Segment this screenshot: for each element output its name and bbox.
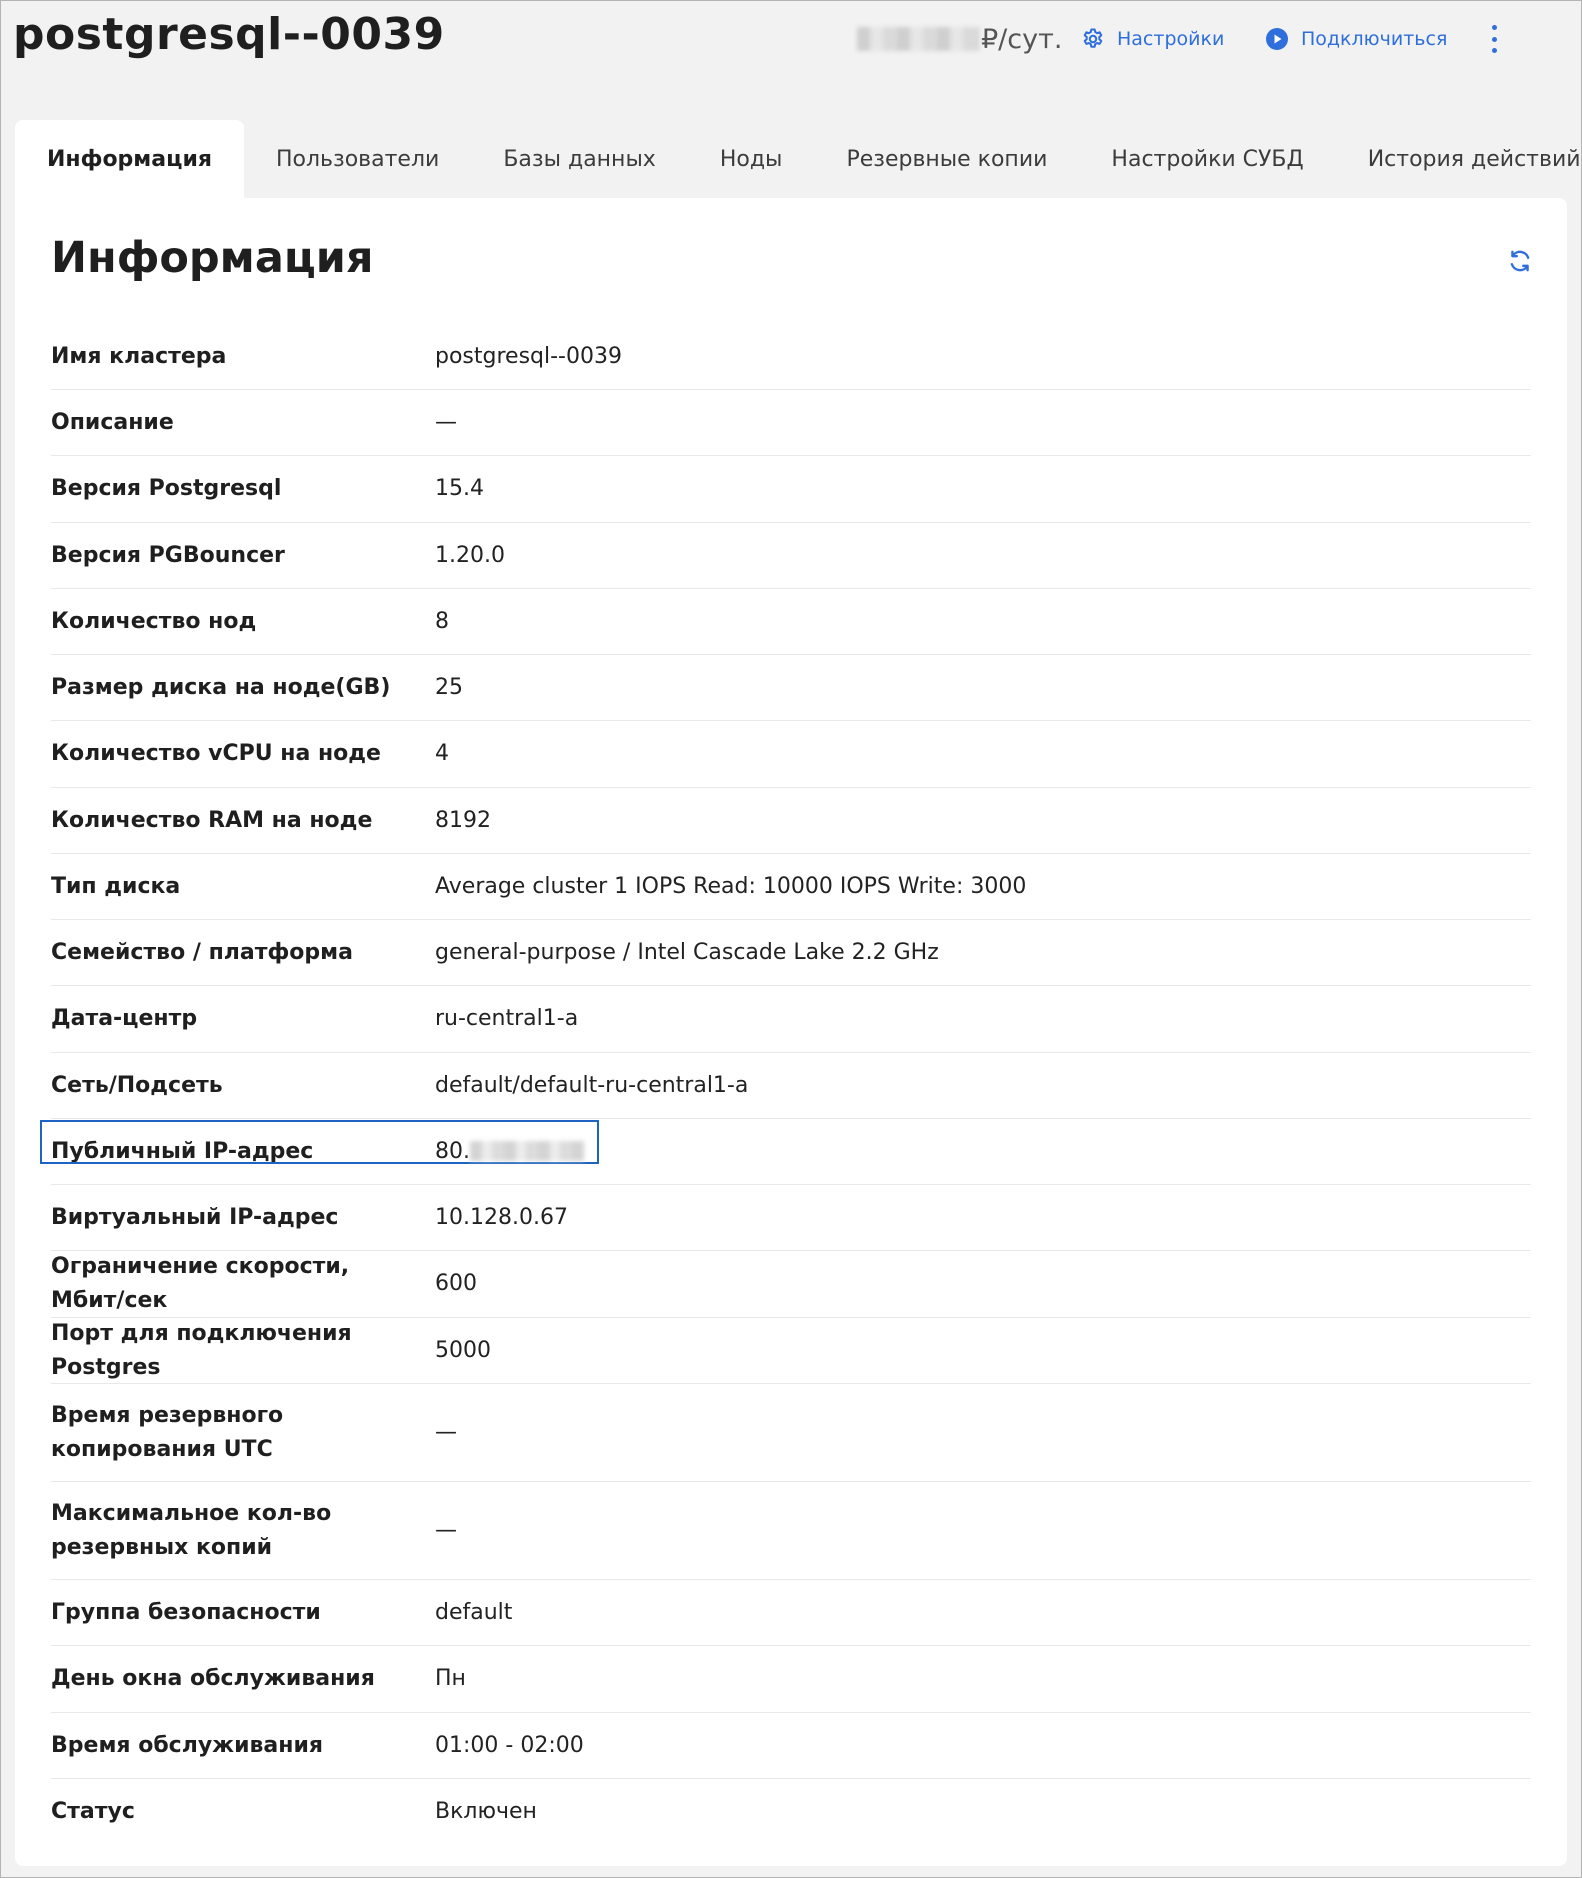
info-row-pgbouncer-version: Версия PGBouncer 1.20.0	[51, 523, 1531, 589]
info-row-network: Сеть/Подсеть default/default-ru-central1…	[51, 1053, 1531, 1119]
row-value: 1.20.0	[435, 542, 505, 568]
row-value: 80.	[435, 1138, 470, 1164]
row-label: Описание	[51, 409, 174, 435]
row-label: Количество нод	[51, 608, 257, 634]
row-value: general-purpose / Intel Cascade Lake 2.2…	[435, 939, 939, 965]
row-value: 25	[435, 674, 463, 700]
settings-label: Настройки	[1117, 28, 1225, 50]
row-value: 4	[435, 741, 449, 766]
row-value: 8	[435, 608, 449, 634]
tab-dbms-settings[interactable]: Настройки СУБД	[1079, 120, 1335, 198]
row-label: Сеть/Подсеть	[51, 1072, 223, 1098]
row-value: default	[435, 1599, 513, 1625]
tab-users[interactable]: Пользователи	[244, 120, 471, 198]
row-label: Тип диска	[51, 873, 181, 899]
row-value: 8192	[435, 807, 491, 833]
row-label: Максимальное кол-во резервных копий	[51, 1500, 332, 1560]
info-row-vcpu: Количество vCPU на ноде 4	[51, 721, 1531, 788]
info-row-platform: Семейство / платформа general-purpose / …	[51, 920, 1531, 986]
row-label: Порт для подключения Postgres	[51, 1320, 352, 1380]
row-label: День окна обслуживания	[51, 1666, 375, 1691]
row-value: Включен	[435, 1799, 537, 1824]
refresh-button[interactable]	[1507, 248, 1533, 274]
row-label: Версия Postgresql	[51, 476, 282, 501]
tab-nodes[interactable]: Ноды	[688, 120, 815, 198]
row-label: Количество RAM на ноде	[51, 807, 373, 833]
row-value: —	[435, 1419, 457, 1445]
tab-action-history[interactable]: История действий	[1336, 120, 1582, 198]
row-label: Ограничение скорости, Мбит/сек	[51, 1254, 350, 1313]
row-label: Время резервного копирования UTC	[51, 1402, 284, 1462]
row-value: ru-central1-a	[435, 1006, 579, 1031]
info-row-security-group: Группа безопасности default	[51, 1580, 1531, 1646]
public-ip-value: 80.	[435, 1135, 584, 1169]
app-window: postgresql--0039 ₽/сут. Настройки Подклю…	[0, 0, 1582, 1878]
row-label: Время обслуживания	[51, 1732, 323, 1758]
info-row-ram: Количество RAM на ноде 8192	[51, 788, 1531, 854]
row-value: 15.4	[435, 476, 484, 501]
row-value: 5000	[435, 1337, 491, 1363]
row-label: Виртуальный IP-адрес	[51, 1204, 339, 1230]
info-row-description: Описание —	[51, 390, 1531, 456]
info-row-backup-time: Время резервного копирования UTC —	[51, 1384, 1531, 1482]
info-row-public-ip: Публичный IP-адрес 80.	[40, 1119, 1531, 1185]
row-value: Пн	[435, 1666, 466, 1691]
info-row-maintenance-day: День окна обслуживания Пн	[51, 1646, 1531, 1713]
info-row-status: Статус Включен	[51, 1779, 1531, 1845]
info-table: Имя кластера postgresql--0039 Описание —…	[40, 324, 1531, 1845]
ip-blurred	[470, 1140, 584, 1161]
row-value: 10.128.0.67	[435, 1204, 568, 1230]
row-label: Семейство / платформа	[51, 939, 353, 965]
row-value: default/default-ru-central1-a	[435, 1072, 749, 1098]
connect-button[interactable]: Подключиться	[1265, 23, 1447, 55]
info-row-maintenance-time: Время обслуживания 01:00 - 02:00	[51, 1713, 1531, 1779]
info-row-virtual-ip: Виртуальный IP-адрес 10.128.0.67	[51, 1185, 1531, 1251]
price-per-day: ₽/сут.	[857, 21, 1062, 57]
info-row-speed-limit: Ограничение скорости, Мбит/сек 600	[51, 1251, 1531, 1318]
row-label: Количество vCPU на ноде	[51, 741, 381, 766]
more-menu-icon[interactable]	[1487, 21, 1501, 57]
tab-info[interactable]: Информация	[15, 120, 244, 198]
info-row-max-backups: Максимальное кол-во резервных копий —	[51, 1482, 1531, 1580]
info-row-postgres-version: Версия Postgresql 15.4	[51, 456, 1531, 523]
info-row-disk-type: Тип диска Average cluster 1 IOPS Read: 1…	[51, 854, 1531, 920]
tab-bar: Информация Пользователи Базы данных Ноды…	[15, 120, 1582, 198]
refresh-icon	[1510, 250, 1530, 272]
row-value: postgresql--0039	[435, 343, 622, 369]
info-row-node-count: Количество нод 8	[51, 589, 1531, 655]
info-row-datacenter: Дата-центр ru-central1-a	[51, 986, 1531, 1053]
tab-databases[interactable]: Базы данных	[471, 120, 688, 198]
row-label: Статус	[51, 1799, 135, 1824]
cluster-title: postgresql--0039	[13, 9, 445, 60]
play-icon	[1266, 28, 1288, 50]
row-value: 01:00 - 02:00	[435, 1732, 584, 1758]
row-label: Имя кластера	[51, 343, 227, 369]
page-title: Информация	[51, 233, 374, 283]
row-label: Размер диска на ноде(GB)	[51, 674, 391, 700]
row-label: Публичный IP-адрес	[51, 1138, 314, 1164]
tab-backups[interactable]: Резервные копии	[814, 120, 1079, 198]
connect-label: Подключиться	[1301, 28, 1448, 50]
info-row-port: Порт для подключения Postgres 5000	[51, 1318, 1531, 1384]
row-value: —	[435, 409, 457, 435]
row-label: Группа безопасности	[51, 1599, 321, 1625]
page-header: postgresql--0039 ₽/сут. Настройки Подклю…	[1, 1, 1581, 79]
row-value: —	[435, 1517, 457, 1543]
row-label: Дата-центр	[51, 1006, 198, 1031]
price-value-blurred	[857, 27, 979, 51]
row-value: Average cluster 1 IOPS Read: 10000 IOPS …	[435, 873, 1027, 899]
row-value: 600	[435, 1271, 477, 1296]
gear-icon	[1083, 28, 1103, 48]
row-label: Версия PGBouncer	[51, 542, 285, 568]
settings-button[interactable]: Настройки	[1081, 23, 1224, 55]
info-row-disk-size: Размер диска на ноде(GB) 25	[51, 655, 1531, 721]
info-panel: Информация Имя кластера postgresql--0039…	[15, 198, 1567, 1866]
price-suffix: ₽/сут.	[981, 23, 1063, 55]
info-row-cluster-name: Имя кластера postgresql--0039	[51, 324, 1531, 390]
